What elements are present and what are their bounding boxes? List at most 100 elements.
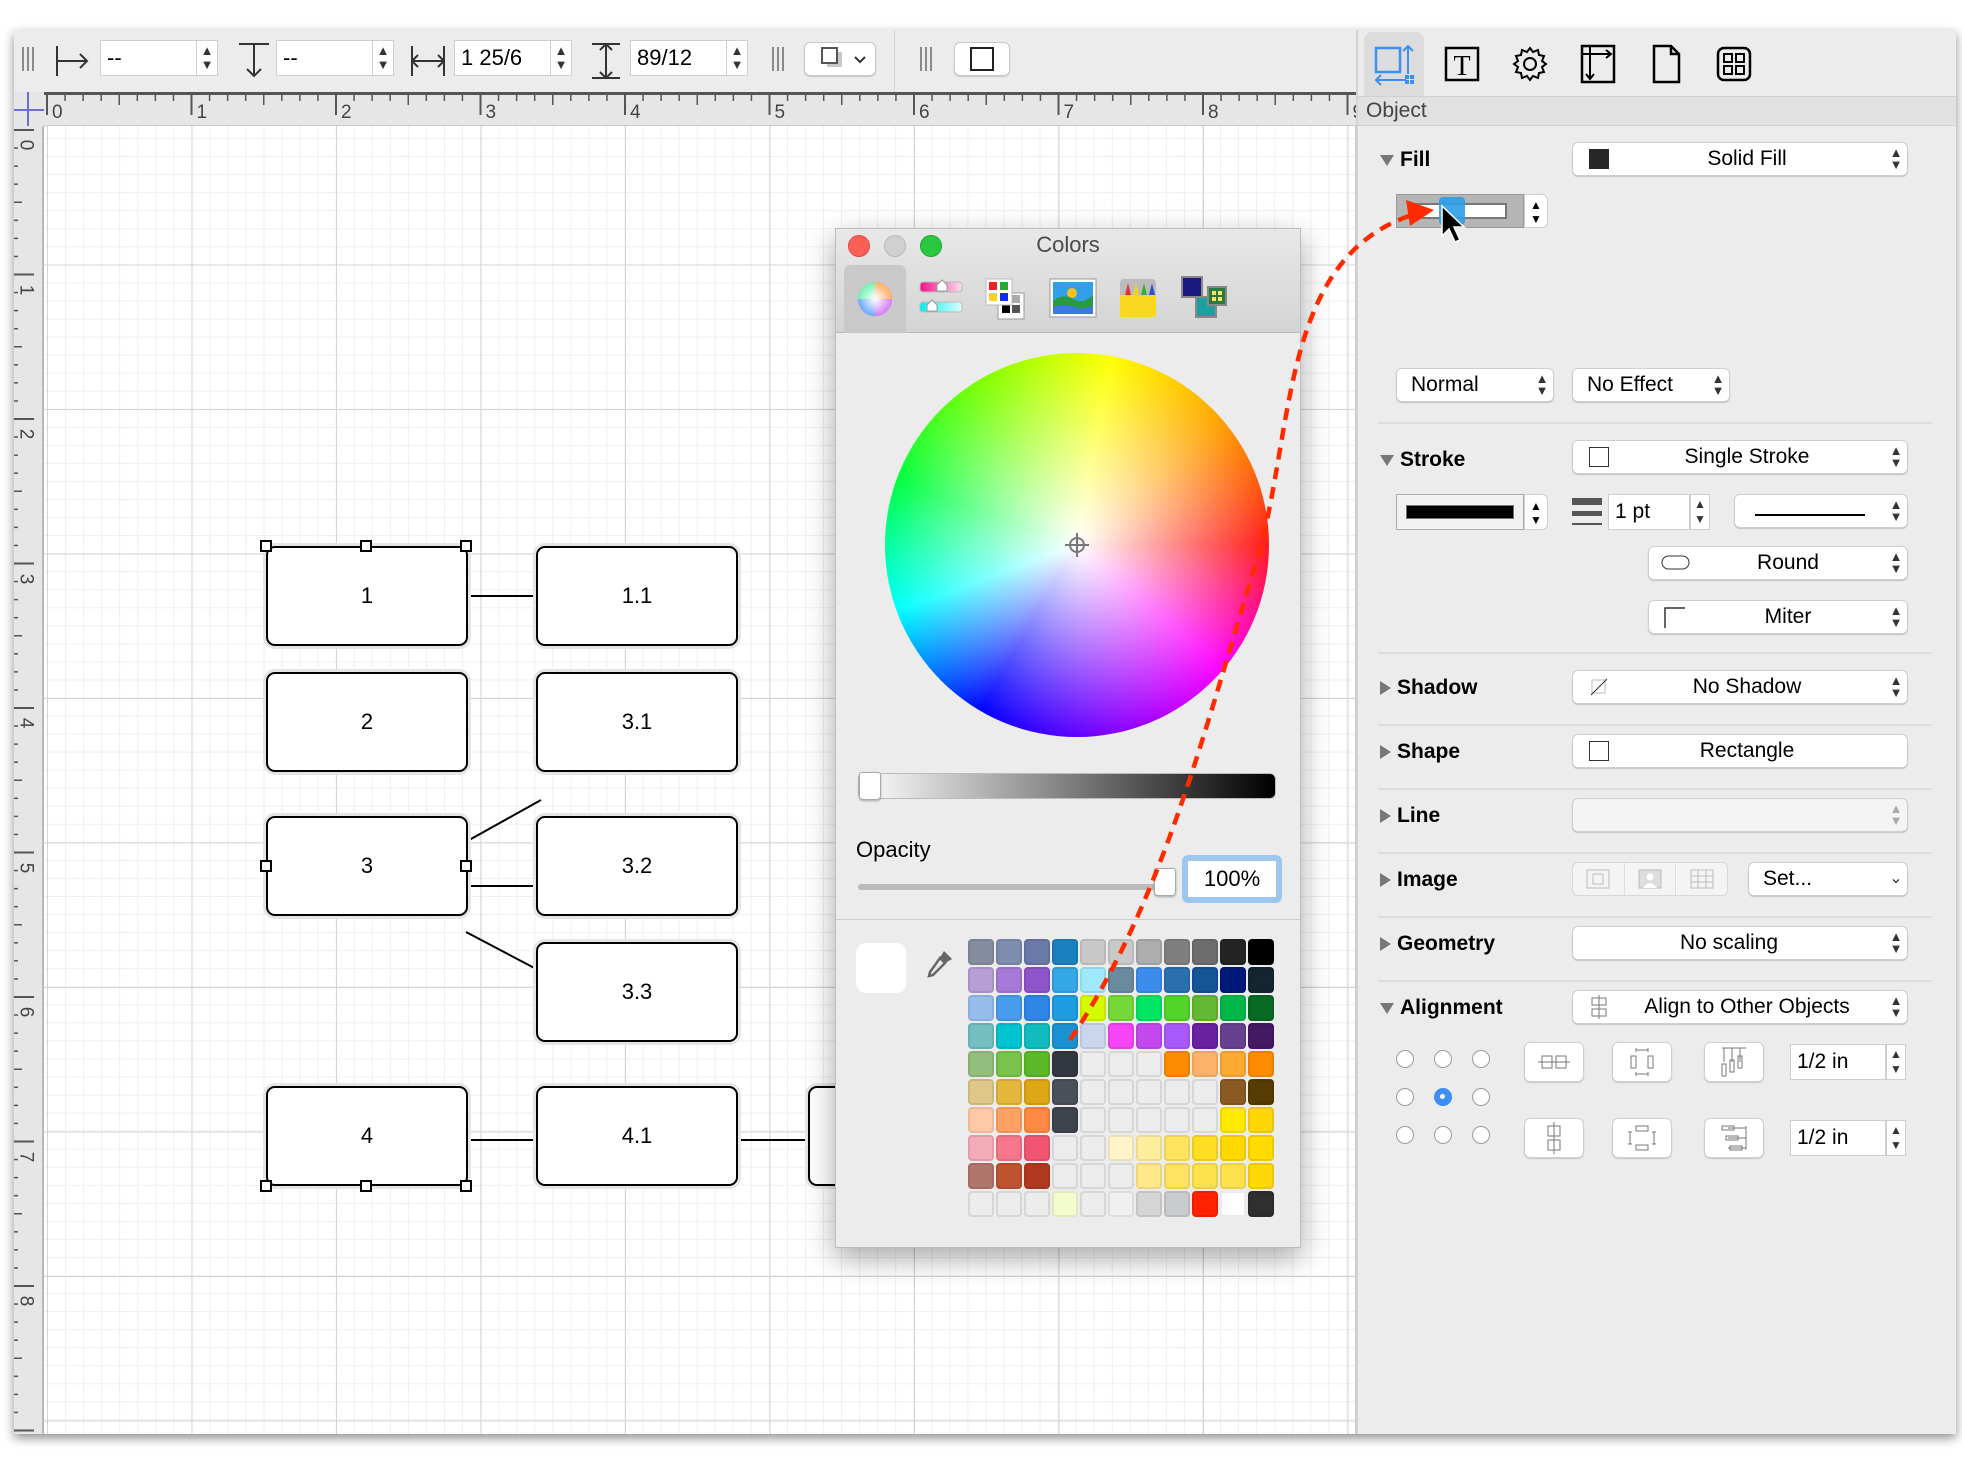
fill-effect-popup[interactable]: No Effect ▲ ▼ <box>1572 368 1730 402</box>
color-swatch[interactable] <box>1192 939 1218 965</box>
color-swatch[interactable] <box>1024 1023 1050 1049</box>
color-swatch[interactable] <box>1024 1051 1050 1077</box>
color-swatch[interactable] <box>1192 1163 1218 1189</box>
color-swatch[interactable] <box>996 1023 1022 1049</box>
width-stepper[interactable]: ▲ ▼ <box>550 40 572 76</box>
stroke-color-stepper[interactable]: ▲ ▼ <box>1524 494 1548 530</box>
inspector-tab-text[interactable]: T <box>1432 32 1492 96</box>
color-swatch[interactable] <box>1248 1163 1274 1189</box>
stroke-section-toggle[interactable]: Stroke <box>1380 448 1465 472</box>
eyedropper-icon[interactable] <box>918 945 958 985</box>
line-section-toggle[interactable]: Line <box>1380 804 1440 828</box>
alignment-anchor-radio[interactable] <box>1434 1126 1452 1144</box>
line-cap-popup[interactable]: Round ▲ ▼ <box>1648 546 1908 580</box>
diagram-node[interactable]: 4.1 <box>536 1086 738 1186</box>
color-swatch[interactable] <box>1108 967 1134 993</box>
color-swatch[interactable] <box>996 1051 1022 1077</box>
fill-color-well-stepper[interactable]: ▲ ▼ <box>1524 194 1548 228</box>
color-swatch[interactable] <box>1136 1191 1162 1217</box>
color-swatch[interactable] <box>1136 1135 1162 1161</box>
shadow-section-toggle[interactable]: Shadow <box>1380 676 1478 700</box>
vertical-ruler[interactable]: 0 1 2 3 4 5 6 7 8 <box>14 126 44 1434</box>
color-swatch[interactable] <box>1108 1079 1134 1105</box>
vertical-spacing-stepper[interactable]: ▲ ▼ <box>1886 1120 1906 1156</box>
color-swatch[interactable] <box>1024 939 1050 965</box>
color-swatch[interactable] <box>1024 995 1050 1021</box>
color-swatch[interactable] <box>996 1191 1022 1217</box>
color-swatch[interactable] <box>968 967 994 993</box>
inspector-tab-document[interactable] <box>1636 32 1696 96</box>
color-swatch[interactable] <box>968 1191 994 1217</box>
pencils-tab[interactable] <box>1174 265 1236 333</box>
alignment-section-toggle[interactable]: Alignment <box>1380 996 1503 1020</box>
color-swatch[interactable] <box>1052 967 1078 993</box>
stroke-width-field[interactable]: 1 pt <box>1608 494 1690 530</box>
color-swatch[interactable] <box>1164 939 1190 965</box>
toolbar-grip[interactable] <box>772 47 786 71</box>
color-swatch[interactable] <box>968 1023 994 1049</box>
color-swatch[interactable] <box>1136 1079 1162 1105</box>
color-swatch[interactable] <box>1220 1135 1246 1161</box>
color-swatch[interactable] <box>1220 1163 1246 1189</box>
color-swatch[interactable] <box>1024 1107 1050 1133</box>
current-color-well[interactable] <box>856 943 906 993</box>
color-swatch[interactable] <box>1220 1079 1246 1105</box>
color-swatch[interactable] <box>968 1107 994 1133</box>
brightness-slider-thumb[interactable] <box>859 772 881 800</box>
color-swatch[interactable] <box>1248 995 1274 1021</box>
color-swatch[interactable] <box>1220 967 1246 993</box>
color-swatch[interactable] <box>968 1163 994 1189</box>
color-swatch[interactable] <box>1164 1163 1190 1189</box>
color-sliders-tab[interactable] <box>910 265 972 333</box>
color-swatch[interactable] <box>1080 995 1106 1021</box>
color-swatch[interactable] <box>1108 1051 1134 1077</box>
color-swatch[interactable] <box>1220 939 1246 965</box>
diagram-node[interactable]: 4 <box>266 1086 468 1186</box>
color-swatch[interactable] <box>1192 1107 1218 1133</box>
stroke-style-button[interactable] <box>954 42 1010 76</box>
color-swatch[interactable] <box>1248 967 1274 993</box>
color-swatch[interactable] <box>1220 1023 1246 1049</box>
color-swatch[interactable] <box>1192 1023 1218 1049</box>
color-swatch[interactable] <box>1052 1135 1078 1161</box>
diagram-node[interactable]: 3.1 <box>536 672 738 772</box>
horizontal-ruler[interactable]: 0123456789 <box>44 92 1363 126</box>
diagram-node[interactable]: 3 <box>266 816 468 916</box>
space-horizontal-button[interactable] <box>1704 1042 1764 1082</box>
color-wheel[interactable] <box>885 353 1269 737</box>
alignment-anchor-radio[interactable] <box>1396 1126 1414 1144</box>
distribute-horizontal-button[interactable] <box>1612 1042 1672 1082</box>
color-swatch[interactable] <box>1192 1191 1218 1217</box>
stroke-width-stepper[interactable]: ▲ ▼ <box>1690 494 1710 530</box>
alignment-anchor-radio[interactable] <box>1472 1126 1490 1144</box>
image-tile-button[interactable] <box>1676 863 1727 895</box>
color-swatch[interactable] <box>996 1163 1022 1189</box>
toolbar-grip[interactable] <box>22 47 36 71</box>
color-swatch[interactable] <box>1164 1051 1190 1077</box>
color-swatch[interactable] <box>1192 995 1218 1021</box>
color-swatch[interactable] <box>1192 1051 1218 1077</box>
color-swatch[interactable] <box>1136 1107 1162 1133</box>
alignment-anchor-radio[interactable] <box>1396 1050 1414 1068</box>
color-swatch[interactable] <box>1164 1023 1190 1049</box>
color-swatch[interactable] <box>1108 1135 1134 1161</box>
brightness-slider[interactable] <box>858 772 1276 800</box>
diagram-node[interactable]: 1 <box>266 546 468 646</box>
color-swatch[interactable] <box>1220 1051 1246 1077</box>
color-swatch[interactable] <box>1164 995 1190 1021</box>
alignment-anchor-radio[interactable] <box>1472 1050 1490 1068</box>
color-swatch[interactable] <box>1164 1107 1190 1133</box>
color-swatch[interactable] <box>1220 1107 1246 1133</box>
color-swatch[interactable] <box>1220 1191 1246 1217</box>
color-swatch[interactable] <box>1080 1079 1106 1105</box>
shadow-popup[interactable]: No Shadow ▲ ▼ <box>1572 670 1908 704</box>
shadow-style-button[interactable] <box>804 42 876 76</box>
align-horizontal-centers-button[interactable] <box>1524 1042 1584 1082</box>
color-swatch[interactable] <box>1136 995 1162 1021</box>
shape-section-toggle[interactable]: Shape <box>1380 740 1460 764</box>
vertical-spacing-field[interactable]: 1/2 in <box>1790 1120 1886 1156</box>
resize-handle[interactable] <box>360 1180 372 1192</box>
color-palettes-tab[interactable] <box>976 265 1038 333</box>
color-swatch[interactable] <box>1108 1023 1134 1049</box>
color-swatch[interactable] <box>1108 939 1134 965</box>
